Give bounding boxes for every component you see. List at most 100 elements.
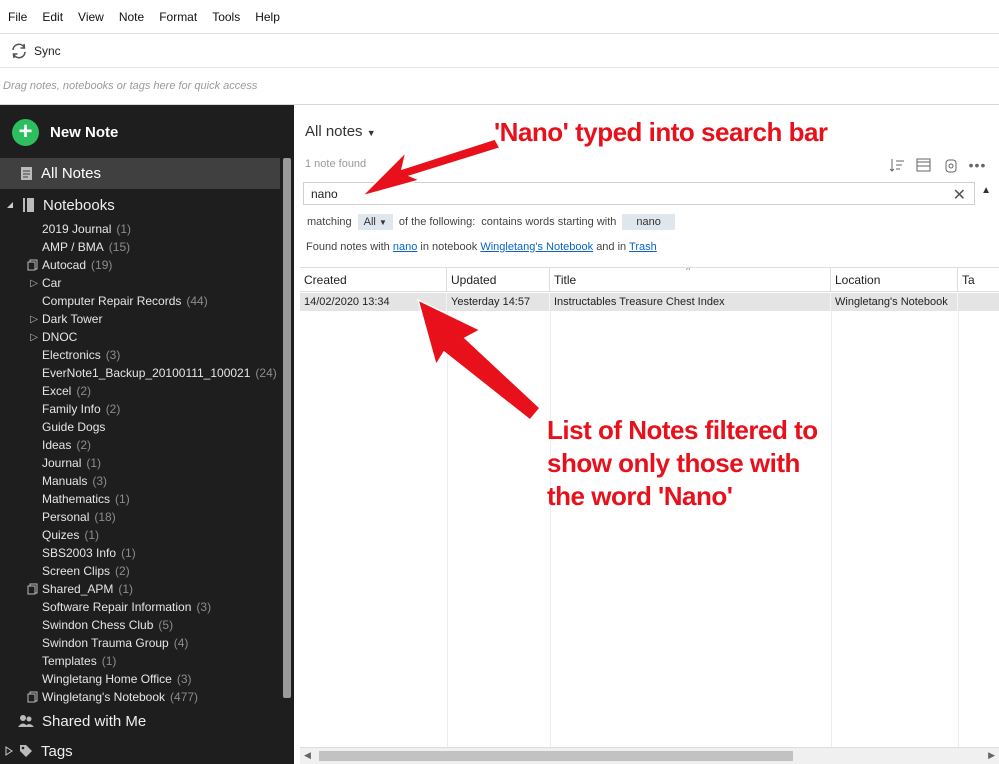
sidebar-item-notebook[interactable]: 2019 Journal (1)	[0, 220, 280, 238]
sidebar-item-notebook[interactable]: Mathematics (1)	[0, 490, 280, 508]
menu-file[interactable]: File	[8, 10, 27, 24]
column-divider	[550, 311, 551, 747]
notebook-name: EverNote1_Backup_20100111_100021	[42, 366, 251, 380]
more-options-icon[interactable]: •••	[964, 155, 991, 175]
column-created[interactable]: Created	[300, 268, 447, 292]
menu-view[interactable]: View	[78, 10, 104, 24]
expand-triangle-icon[interactable]	[5, 746, 13, 756]
shortcuts-bar[interactable]: Drag notes, notebooks or tags here for q…	[0, 68, 999, 105]
sidebar-item-notebook[interactable]: Family Info (2)	[0, 400, 280, 418]
clear-search-icon[interactable]: ✕	[953, 185, 966, 205]
sidebar-item-notebook[interactable]: Guide Dogs	[0, 418, 280, 436]
notebook-count: (477)	[170, 690, 199, 704]
sidebar-item-notebook[interactable]: Ideas (2)	[0, 436, 280, 454]
menu-help[interactable]: Help	[255, 10, 280, 24]
sidebar-item-notebook[interactable]: Journal (1)	[0, 454, 280, 472]
cell-location: Wingletang's Notebook	[831, 293, 958, 311]
expand-triangle-icon[interactable]: ▷	[0, 332, 42, 343]
expand-triangle-icon[interactable]: ▷	[0, 278, 42, 289]
collapse-search-icon[interactable]: ▲	[981, 185, 991, 196]
cell-title: Instructables Treasure Chest Index	[550, 293, 831, 311]
sync-bar: Sync	[0, 34, 999, 68]
new-note-button[interactable]: + New Note	[12, 119, 118, 146]
sidebar-item-notebook[interactable]: AMP / BMA (15)	[0, 238, 280, 256]
notebook-count: (24)	[255, 366, 277, 380]
menu-note[interactable]: Note	[119, 10, 144, 24]
notebook-name: Wingletang Home Office	[42, 672, 172, 686]
menu-tools[interactable]: Tools	[212, 10, 240, 24]
sidebar-item-notebook[interactable]: ▷ Car	[0, 274, 280, 292]
notebook-name: Mathematics	[42, 492, 111, 506]
scroll-thumb[interactable]	[319, 751, 793, 761]
sidebar-scrollbar[interactable]	[283, 158, 291, 698]
sidebar-item-notebook[interactable]: Quizes (1)	[0, 526, 280, 544]
notebook-name: SBS2003 Info	[42, 546, 117, 560]
sidebar-item-notebook[interactable]: Manuals (3)	[0, 472, 280, 490]
expand-triangle-icon[interactable]: ▷	[0, 314, 42, 325]
search-value: nano	[311, 186, 338, 201]
notebook-count: (1)	[121, 546, 136, 560]
sidebar-item-notebook[interactable]: SBS2003 Info (1)	[0, 544, 280, 562]
sidebar-item-notebook[interactable]: Electronics (3)	[0, 346, 280, 364]
menu-edit[interactable]: Edit	[42, 10, 63, 24]
sidebar-item-notebook[interactable]: Excel (2)	[0, 382, 280, 400]
sidebar-item-notebook[interactable]: Wingletang's Notebook (477)	[0, 688, 280, 706]
sidebar-item-notebook[interactable]: Screen Clips (2)	[0, 562, 280, 580]
scroll-right-icon[interactable]: ▶	[988, 750, 995, 761]
column-title[interactable]: Title	[550, 268, 831, 292]
notebook-name: Electronics	[42, 348, 101, 362]
cell-updated: Yesterday 14:57	[447, 293, 550, 311]
column-updated[interactable]: Updated	[447, 268, 550, 292]
view-options-icon[interactable]	[910, 155, 937, 175]
column-location[interactable]: Location	[831, 268, 958, 292]
note-count: 1 note found	[305, 158, 367, 170]
found-notebook-link[interactable]: Wingletang's Notebook	[480, 241, 593, 253]
sidebar-item-notebook[interactable]: Templates (1)	[0, 652, 280, 670]
notebook-count: (2)	[105, 402, 121, 416]
sidebar-item-notebook[interactable]: Swindon Chess Club (5)	[0, 616, 280, 634]
search-input[interactable]: nano ✕	[303, 182, 975, 205]
search-term-chip[interactable]: nano	[622, 214, 675, 230]
sync-icon[interactable]	[10, 42, 28, 60]
sidebar-item-notebook[interactable]: Autocad (19)	[0, 256, 280, 274]
sort-icon[interactable]	[883, 155, 910, 175]
of-following-label: of the following:	[398, 216, 476, 228]
match-all-dropdown[interactable]: All ▼	[357, 214, 393, 230]
shared-with-me-label: Shared with Me	[42, 712, 147, 730]
notebook-name: Quizes	[42, 528, 80, 542]
sidebar-item-notebook[interactable]: ▷ DNOC	[0, 328, 280, 346]
found-term-link[interactable]: nano	[393, 241, 417, 253]
horizontal-scrollbar[interactable]: ◀ ▶	[300, 747, 999, 764]
notebook-icon	[23, 198, 34, 212]
found-trash-link[interactable]: Trash	[629, 241, 657, 253]
sidebar-item-shared-with-me[interactable]: Shared with Me	[0, 706, 280, 736]
notebook-count: (3)	[176, 672, 192, 686]
sidebar-item-notebook[interactable]: Software Repair Information (3)	[0, 598, 280, 616]
sidebar-item-notebooks[interactable]: Notebooks	[0, 190, 280, 220]
column-tags[interactable]: Ta	[958, 268, 999, 292]
all-notes-dropdown[interactable]: All notes ▼	[305, 123, 376, 140]
notebook-name: Personal	[42, 510, 90, 524]
reminder-icon[interactable]	[937, 155, 964, 175]
sidebar-item-tags[interactable]: Tags	[0, 736, 280, 764]
sidebar-item-notebook[interactable]: Swindon Trauma Group (4)	[0, 634, 280, 652]
stack-icon	[0, 583, 42, 595]
notebook-name: DNOC	[42, 330, 78, 344]
sidebar-item-notebook[interactable]: Computer Repair Records (44)	[0, 292, 280, 310]
annotation-search: 'Nano' typed into search bar	[494, 117, 828, 147]
table-row[interactable]: 14/02/2020 13:34 Yesterday 14:57 Instruc…	[300, 293, 999, 311]
sidebar-item-notebook[interactable]: Shared_APM (1)	[0, 580, 280, 598]
menu-format[interactable]: Format	[159, 10, 197, 24]
sidebar-item-notebook[interactable]: ▷ Dark Tower	[0, 310, 280, 328]
sidebar-item-all-notes[interactable]: All Notes	[0, 158, 280, 189]
stack-icon	[0, 691, 42, 703]
sidebar-item-notebook[interactable]: EverNote1_Backup_20100111_100021 (24)	[0, 364, 280, 382]
sidebar-item-notebook[interactable]: Wingletang Home Office (3)	[0, 670, 280, 688]
column-divider	[958, 311, 959, 747]
cell-tags	[958, 293, 999, 311]
sidebar-item-notebook[interactable]: Personal (18)	[0, 508, 280, 526]
sync-button[interactable]: Sync	[34, 44, 61, 58]
collapse-triangle-icon[interactable]	[5, 200, 15, 210]
scroll-left-icon[interactable]: ◀	[304, 750, 311, 761]
notebook-count: (1)	[118, 582, 134, 596]
